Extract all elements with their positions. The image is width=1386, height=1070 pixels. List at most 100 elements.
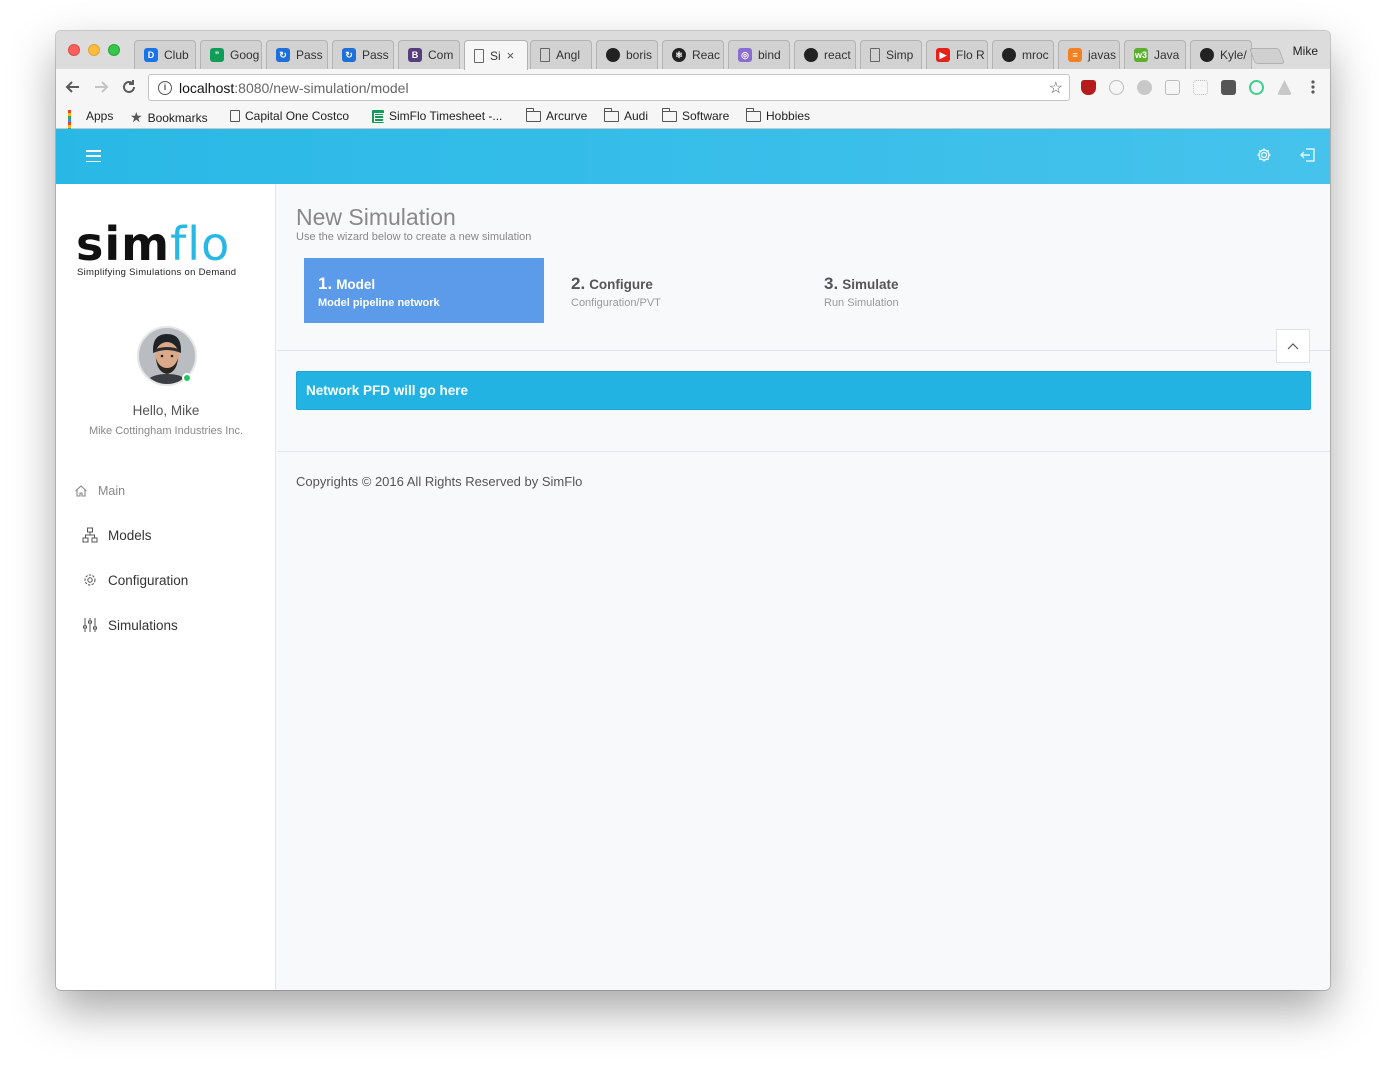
bookmark-item[interactable]: Apps bbox=[68, 109, 114, 137]
circle-green-extension-icon[interactable] bbox=[1249, 80, 1264, 95]
section-divider bbox=[277, 350, 1330, 351]
browser-tab[interactable]: ” Goog bbox=[200, 40, 262, 69]
settings-gear-icon[interactable] bbox=[1255, 146, 1273, 164]
wizard-step-model[interactable]: 1. Model Model pipeline network bbox=[304, 258, 544, 323]
tab-favicon-icon: ” bbox=[210, 48, 224, 62]
ublock-extension-icon[interactable] bbox=[1081, 80, 1096, 95]
browser-tab[interactable]: B Com bbox=[398, 40, 460, 69]
bookmark-item[interactable]: Hobbies bbox=[746, 107, 811, 123]
wizard-step-simulate[interactable]: 3. Simulate Run Simulation bbox=[810, 258, 1050, 323]
step-title: Configure bbox=[589, 277, 653, 292]
sidebar-item-models[interactable]: Models bbox=[82, 527, 152, 543]
bookmark-label: Capital One Costco bbox=[245, 109, 350, 123]
sidebar-item-configuration[interactable]: Configuration bbox=[82, 572, 188, 588]
browser-tab[interactable]: w3 Java bbox=[1124, 40, 1186, 69]
bookmark-star-icon[interactable]: ☆ bbox=[1049, 78, 1063, 98]
new-tab-button[interactable] bbox=[1249, 48, 1285, 64]
grid-extension-icon[interactable] bbox=[1193, 80, 1208, 95]
folder-icon bbox=[526, 107, 541, 122]
bookmark-label: Apps bbox=[86, 109, 114, 123]
collapse-button[interactable] bbox=[1276, 329, 1310, 363]
back-button[interactable] bbox=[62, 76, 84, 98]
browser-menu-button[interactable] bbox=[1302, 76, 1324, 98]
bookmark-item[interactable]: ★ Bookmarks bbox=[130, 109, 208, 126]
bookmark-item[interactable]: Software bbox=[662, 107, 729, 123]
note-extension-icon[interactable] bbox=[1221, 80, 1236, 95]
wizard-step-configure[interactable]: 2. Configure Configuration/PVT bbox=[557, 258, 797, 323]
browser-tab[interactable]: ⚛ Reac bbox=[662, 40, 724, 69]
page-title: New Simulation bbox=[296, 204, 456, 230]
logo-tagline: Simplifying Simulations on Demand bbox=[77, 267, 237, 278]
tab-label: Goog bbox=[230, 48, 260, 62]
tab-favicon-icon: B bbox=[408, 48, 422, 62]
browser-window: D Club ” Goog ↻ Pass ↻ Pass B Com Si × Angl boris ⚛ Rea… bbox=[56, 31, 1330, 990]
bookmark-item[interactable]: Arcurve bbox=[526, 107, 587, 123]
bookmark-item[interactable]: SimFlo Timesheet -... bbox=[372, 109, 502, 123]
tab-favicon-icon bbox=[1200, 48, 1214, 62]
window-close-button[interactable] bbox=[68, 44, 80, 56]
url-text[interactable]: localhost:8080/new-simulation/model bbox=[179, 80, 409, 96]
avatar[interactable] bbox=[137, 326, 197, 386]
tab-label: Com bbox=[428, 48, 454, 62]
tab-favicon-icon: ⚛ bbox=[672, 48, 686, 62]
browser-tab[interactable]: react bbox=[794, 40, 856, 69]
browser-tab[interactable]: Simp bbox=[860, 40, 922, 69]
browser-tab[interactable]: Si × bbox=[464, 40, 528, 70]
user-greeting: Hello, Mike bbox=[132, 403, 200, 418]
menu-toggle-icon[interactable] bbox=[86, 150, 101, 162]
apps-grid-icon bbox=[68, 109, 81, 137]
tab-label: mroc bbox=[1022, 48, 1049, 62]
address-bar[interactable]: i localhost:8080/new-simulation/model ☆ bbox=[148, 74, 1070, 101]
drive-extension-icon[interactable] bbox=[1277, 80, 1292, 95]
bookmark-label: SimFlo Timesheet -... bbox=[389, 109, 503, 123]
forward-button[interactable] bbox=[90, 76, 112, 98]
browser-tab[interactable]: D Club bbox=[134, 40, 196, 69]
gear-icon bbox=[84, 574, 96, 586]
tab-label: bind bbox=[758, 48, 781, 62]
online-status-dot bbox=[182, 373, 192, 383]
browser-tab[interactable]: mroc bbox=[992, 40, 1054, 69]
site-info-icon[interactable]: i bbox=[158, 80, 172, 95]
tab-close-icon[interactable]: × bbox=[507, 48, 515, 63]
bookmark-item[interactable]: Capital One Costco bbox=[230, 109, 349, 123]
reload-icon bbox=[123, 80, 135, 93]
tab-strip: D Club ” Goog ↻ Pass ↻ Pass B Com Si × Angl boris ⚛ Rea… bbox=[56, 31, 1330, 70]
kebab-menu-icon bbox=[1311, 80, 1315, 94]
browser-tab[interactable]: ▶ Flo R bbox=[926, 40, 988, 69]
window-minimize-button[interactable] bbox=[88, 44, 100, 56]
tab-label: Java bbox=[1154, 48, 1180, 62]
url-path: :8080/new-simulation/model bbox=[234, 79, 409, 96]
simflo-logo[interactable]: simflo Simplifying Simulations on Demand bbox=[76, 221, 262, 278]
logo-part-sim: sim bbox=[76, 217, 171, 271]
browser-tab[interactable]: ≡ javas bbox=[1058, 40, 1120, 69]
profile-name[interactable]: Mike bbox=[1293, 44, 1318, 58]
folder-icon bbox=[662, 107, 677, 122]
bookmark-label: Bookmarks bbox=[147, 110, 208, 125]
browser-tab[interactable]: ◎ bind bbox=[728, 40, 790, 69]
chevron-up-icon bbox=[1287, 343, 1299, 350]
user-company: Mike Cottingham Industries Inc. bbox=[88, 425, 244, 437]
logout-icon[interactable] bbox=[1299, 146, 1317, 164]
extension-circle-icon[interactable] bbox=[1109, 80, 1124, 95]
reload-button[interactable] bbox=[118, 76, 140, 98]
tab-label: react bbox=[824, 48, 851, 62]
step-subtitle: Configuration/PVT bbox=[571, 297, 661, 309]
browser-tab[interactable]: ↻ Pass bbox=[266, 40, 328, 69]
bookmark-label: Audi bbox=[624, 109, 649, 123]
window-maximize-button[interactable] bbox=[108, 44, 120, 56]
browser-tab[interactable]: Kyle/ bbox=[1190, 40, 1252, 69]
angular-extension-icon[interactable] bbox=[1137, 80, 1152, 95]
browser-tab[interactable]: Angl bbox=[530, 40, 592, 69]
nav-section-main[interactable]: Main bbox=[74, 484, 125, 498]
tab-label: Club bbox=[164, 48, 189, 62]
browser-tab[interactable]: ↻ Pass bbox=[332, 40, 394, 69]
tab-label: Angl bbox=[556, 48, 581, 62]
footer-copyright: Copyrights © 2016 All Rights Reserved by… bbox=[296, 474, 583, 489]
browser-tab[interactable]: boris bbox=[596, 40, 658, 69]
tab-favicon-icon bbox=[1002, 48, 1016, 62]
bookmark-label: Hobbies bbox=[766, 109, 811, 123]
css-extension-icon[interactable] bbox=[1165, 80, 1180, 95]
bookmark-item[interactable]: Audi bbox=[604, 107, 649, 123]
sidebar-item-simulations[interactable]: Simulations bbox=[82, 617, 178, 633]
tab-favicon-icon: ◎ bbox=[738, 48, 752, 62]
